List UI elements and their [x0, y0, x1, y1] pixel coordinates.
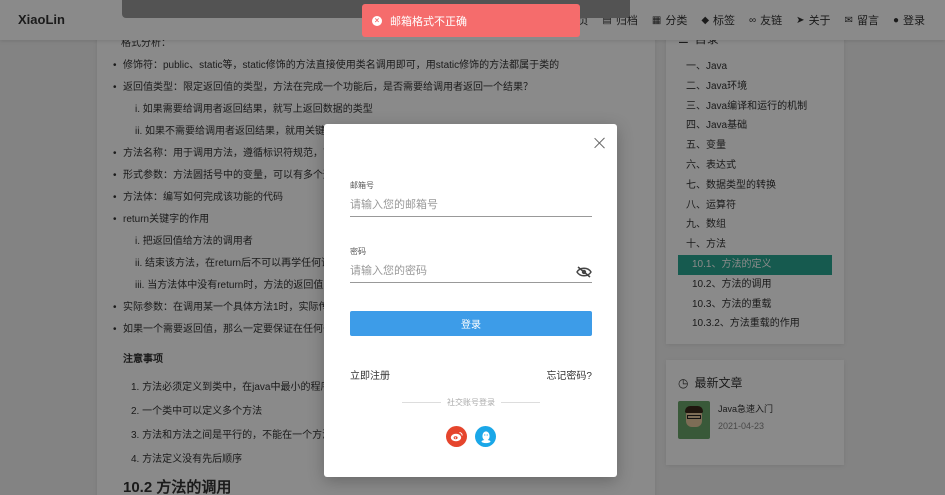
- social-buttons: [446, 426, 496, 447]
- social-label: 社交账号登录: [447, 398, 495, 407]
- divider-line: [501, 402, 540, 403]
- password-field-group: 密码: [350, 246, 592, 283]
- weibo-icon[interactable]: [446, 426, 467, 447]
- qq-glyph: [481, 430, 490, 443]
- email-input[interactable]: [350, 197, 592, 217]
- register-link[interactable]: 立即注册: [350, 367, 390, 382]
- close-icon[interactable]: [593, 136, 607, 150]
- login-button[interactable]: 登录: [350, 311, 592, 336]
- qq-icon[interactable]: [475, 426, 496, 447]
- error-toast: × 邮箱格式不正确: [362, 4, 580, 37]
- password-label: 密码: [350, 247, 366, 256]
- social-divider: 社交账号登录: [402, 397, 540, 408]
- login-dialog: 邮箱号 密码 登录 立即注册 忘记密码? 社交账号登录: [324, 124, 617, 477]
- divider-line: [402, 402, 441, 403]
- toast-message: 邮箱格式不正确: [390, 15, 467, 28]
- auth-links: 立即注册 忘记密码?: [350, 367, 592, 382]
- email-label: 邮箱号: [350, 181, 374, 190]
- eye-off-icon[interactable]: [576, 266, 592, 278]
- error-icon: ×: [372, 15, 382, 26]
- forgot-password-link[interactable]: 忘记密码?: [546, 367, 592, 382]
- email-field-group: 邮箱号: [350, 180, 592, 217]
- password-input[interactable]: [350, 263, 592, 283]
- weibo-glyph: [450, 431, 463, 442]
